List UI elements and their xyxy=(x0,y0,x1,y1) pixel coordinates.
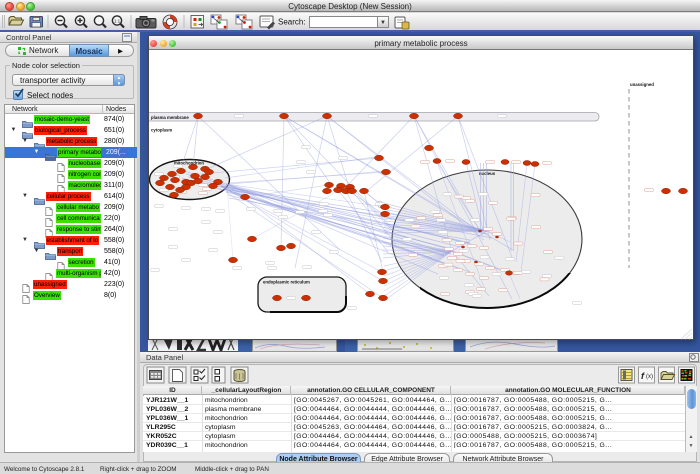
svg-text:plasma membrane: plasma membrane xyxy=(151,115,189,120)
svg-text:Search:: Search: xyxy=(278,18,306,27)
svg-text:endoplasmic reticulum: endoplasmic reticulum xyxy=(263,280,310,285)
svg-text:cytoplasm: cytoplasm xyxy=(151,128,172,133)
svg-text:unassigned: unassigned xyxy=(630,82,654,87)
svg-text:nucleus: nucleus xyxy=(479,171,496,176)
svg-text:(x): (x) xyxy=(646,374,653,380)
